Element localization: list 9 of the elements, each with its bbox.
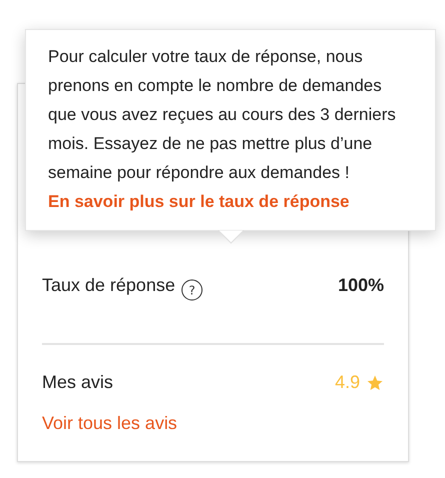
tooltip-text: Pour calculer votre taux de réponse, nous prenons en compte le nombre de demandes que vous avez reçues au cours des 3 derniers mois. Essayez de ne pas mettre plus d’une semaine pour répondre aux demandes ! xyxy=(48,47,396,182)
stat-label: Taux de réponse xyxy=(42,274,176,297)
star-icon xyxy=(366,374,384,392)
help-icon[interactable]: ? xyxy=(181,278,204,300)
stat-label: Mes avis xyxy=(42,371,114,394)
stat-value: 100% xyxy=(338,274,384,297)
learn-more-link[interactable]: En savoir plus sur le taux de réponse xyxy=(48,192,350,211)
rating-value: 4.9 xyxy=(334,371,360,394)
reviews-link[interactable]: Voir tous les avis xyxy=(42,410,178,437)
